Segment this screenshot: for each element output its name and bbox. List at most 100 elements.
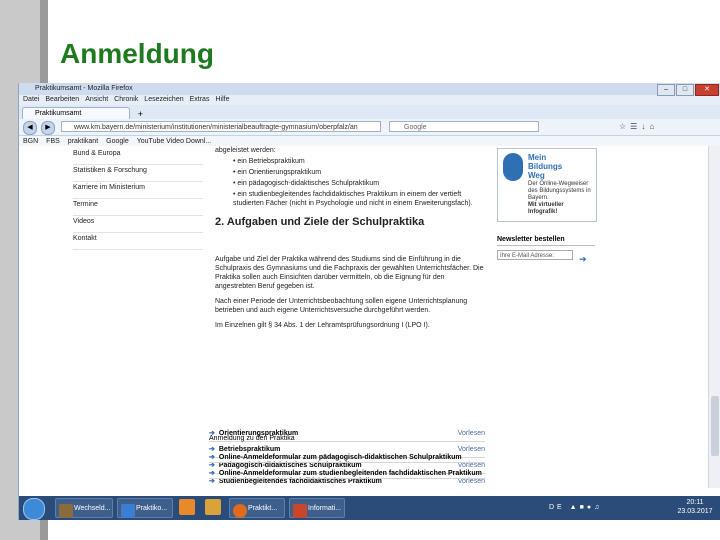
newsletter-email-input[interactable]: Ihre E-Mail Adresse:: [497, 250, 573, 260]
bildungsweg-description: Der Online-Wegweiser des Bildungssystems…: [528, 181, 594, 216]
bildungsweg-title-line: Bildungs: [528, 162, 563, 171]
sidebar-nav: Bund & Europa Statistiken & Forschung Ka…: [73, 148, 203, 250]
firefox-icon: [233, 504, 247, 518]
taskbar-label: Praktikt...: [248, 505, 278, 512]
menu-history[interactable]: Chronik: [114, 95, 138, 105]
sidebar-item-termine[interactable]: Termine: [73, 199, 203, 216]
menu-view[interactable]: Ansicht: [85, 95, 108, 105]
language-indicator[interactable]: DE: [549, 504, 565, 511]
bullet-text: ein Orientierungspraktikum: [237, 169, 322, 176]
taskbar-item[interactable]: Informati...: [289, 498, 345, 518]
bildungsweg-desc-line: Mit virtueller Infografik!: [528, 202, 564, 215]
browser-titlebar: Praktikumsamt - Mozilla Firefox – □ ✕: [19, 83, 720, 96]
taskbar-item[interactable]: Praktikt...: [229, 498, 285, 518]
sidebar-item-videos[interactable]: Videos: [73, 216, 203, 233]
bildungsweg-title-line: Weg: [528, 171, 545, 180]
content-intro: abgeleistet werden:: [215, 147, 276, 154]
tab-label: Praktikumsamt: [35, 110, 82, 117]
sidebar-item-karriere[interactable]: Karriere im Ministerium: [73, 182, 203, 199]
search-input[interactable]: Google: [389, 121, 539, 132]
bullet-item: • ein pädagogisch-didaktisches Schulprak…: [233, 180, 380, 187]
clock-date: 23.03.2017: [677, 508, 713, 515]
link-label: Online-Anmeldeformular zum pädagogisch-d…: [218, 454, 462, 461]
link-label: Betriebspraktikum: [218, 446, 281, 453]
back-icon[interactable]: ◀: [23, 121, 37, 135]
tab-praktikumsamt[interactable]: Praktikumsamt +: [22, 107, 143, 119]
arrow-icon: ➔: [209, 470, 215, 477]
paragraph-unterricht: Nach einer Periode der Unterrichtsbeobac…: [215, 298, 468, 314]
menu-bookmarks[interactable]: Lesezeichen: [144, 95, 183, 105]
sidebar-item-bund-europa[interactable]: Bund & Europa: [73, 148, 203, 165]
page-scrollbar[interactable]: [708, 146, 720, 488]
anmeldung-heading: Anmeldung zu den Praktika: [209, 435, 295, 442]
bildungsweg-title-line: Mein: [528, 153, 547, 162]
browser-window: Praktikumsamt - Mozilla Firefox – □ ✕ Da…: [18, 83, 720, 520]
menu-help[interactable]: Hilfe: [215, 95, 229, 105]
powerpoint-icon: [293, 504, 307, 518]
window-controls: – □ ✕: [657, 84, 719, 96]
bildungsweg-desc-line: des Bildungssystems in: [528, 188, 591, 194]
url-field[interactable]: www.km.bayern.de/ministerium/institution…: [61, 121, 381, 132]
vorlesen-link[interactable]: Vorlesen: [458, 426, 485, 441]
taskbar-clock[interactable]: 20:11 23.03.2017: [675, 498, 715, 516]
close-icon[interactable]: ✕: [695, 84, 719, 96]
newsletter-submit-icon[interactable]: ➔: [579, 254, 587, 265]
folder-icon: [59, 504, 73, 518]
section-heading: 2. Aufgaben und Ziele der Schulpraktika: [215, 216, 425, 228]
bullet-text: ein Betriebspraktikum: [237, 158, 305, 165]
bildungsweg-desc-line: Bayern.: [528, 195, 549, 201]
arrow-icon: ➔: [209, 446, 215, 453]
start-button-icon[interactable]: [23, 498, 45, 520]
bullet-item: • ein studienbegleitendes fachdidaktisch…: [233, 191, 473, 207]
navigation-bar: ◀ ▶ www.km.bayern.de/ministerium/institu…: [19, 119, 720, 136]
bullet-text: ein pädagogisch-didaktisches Schulprakti…: [237, 180, 380, 187]
scrollbar-thumb[interactable]: [711, 396, 719, 456]
bildungsweg-logo-icon: [503, 153, 523, 181]
paragraph-lpo: Im Einzelnen gilt § 34 Abs. 1 der Lehram…: [215, 322, 430, 329]
web-page: Bund & Europa Statistiken & Forschung Ka…: [19, 146, 720, 488]
menu-bar: Datei Bearbeiten Ansicht Chronik Lesezei…: [19, 95, 720, 105]
menu-file[interactable]: Datei: [23, 95, 39, 105]
arrow-icon: ➔: [209, 478, 215, 485]
bildungsweg-desc-line: Der Online-Wegweiser: [528, 181, 589, 187]
main-content: abgeleistet werden: • ein Betriebsprakti…: [215, 146, 485, 330]
taskbar-item[interactable]: Wechseld...: [55, 498, 113, 518]
arrow-icon: ➔: [209, 454, 215, 461]
newsletter-box: Newsletter bestellen Ihre E-Mail Adresse…: [497, 236, 595, 264]
media-player-icon[interactable]: [179, 499, 195, 515]
bullet-text: ein studienbegleitendes fachdidaktisches…: [233, 191, 473, 207]
slide-title-box: Anmeldung: [56, 36, 680, 76]
tab-bar: Praktikumsamt +: [19, 105, 720, 119]
online-form-link-fachdidaktisch[interactable]: ➔ Online-Anmeldeformular zum studienbegle…: [209, 469, 485, 479]
arrow-icon: ➔: [209, 462, 215, 469]
link-label: Pädagogisch-didaktisches Schulpraktikum: [218, 462, 362, 469]
taskbar-label: Informati...: [308, 505, 342, 512]
bullet-item: • ein Betriebspraktikum: [233, 158, 305, 165]
bildungsweg-banner[interactable]: Mein Bildungs Weg Der Online-Wegweiser d…: [497, 148, 597, 222]
sidebar-item-kontakt[interactable]: Kontakt: [73, 233, 203, 250]
link-label: Online-Anmeldeformular zum studienbeglei…: [218, 470, 482, 477]
tools-icon[interactable]: [205, 499, 221, 515]
system-tray[interactable]: DE ▲■●♫: [549, 504, 602, 511]
taskbar-label: Wechseld...: [74, 505, 111, 512]
maximize-icon[interactable]: □: [676, 84, 694, 96]
menu-tools[interactable]: Extras: [190, 95, 210, 105]
minimize-icon[interactable]: –: [657, 84, 675, 96]
online-form-link-paedagogisch[interactable]: ➔ Online-Anmeldeformular zum pädagogisch-…: [209, 453, 485, 463]
taskbar-label: Praktiko...: [136, 505, 168, 512]
taskbar-item[interactable]: Praktiko...: [117, 498, 173, 518]
forward-icon[interactable]: ▶: [41, 121, 55, 135]
link-label: Studienbegleitendes fachdidaktisches Pra…: [218, 478, 382, 485]
clock-time: 20:11: [686, 499, 704, 506]
paragraph-aufgabe: Aufgabe und Ziel der Praktika während de…: [215, 256, 484, 290]
bildungsweg-title: Mein Bildungs Weg: [528, 153, 592, 180]
slide-title: Anmeldung: [60, 38, 214, 69]
newsletter-heading: Newsletter bestellen: [497, 236, 595, 246]
window-title: Praktikumsamt - Mozilla Firefox: [35, 85, 133, 92]
menu-edit[interactable]: Bearbeiten: [45, 95, 79, 105]
bullet-item: • ein Orientierungspraktikum: [233, 169, 322, 176]
toolbar-icons[interactable]: ☆☰↓⌂: [619, 122, 658, 131]
sidebar-item-statistiken[interactable]: Statistiken & Forschung: [73, 165, 203, 182]
internet-explorer-icon: [121, 504, 135, 518]
windows-taskbar: Wechseld... Praktiko... Praktikt... Info…: [19, 496, 720, 520]
